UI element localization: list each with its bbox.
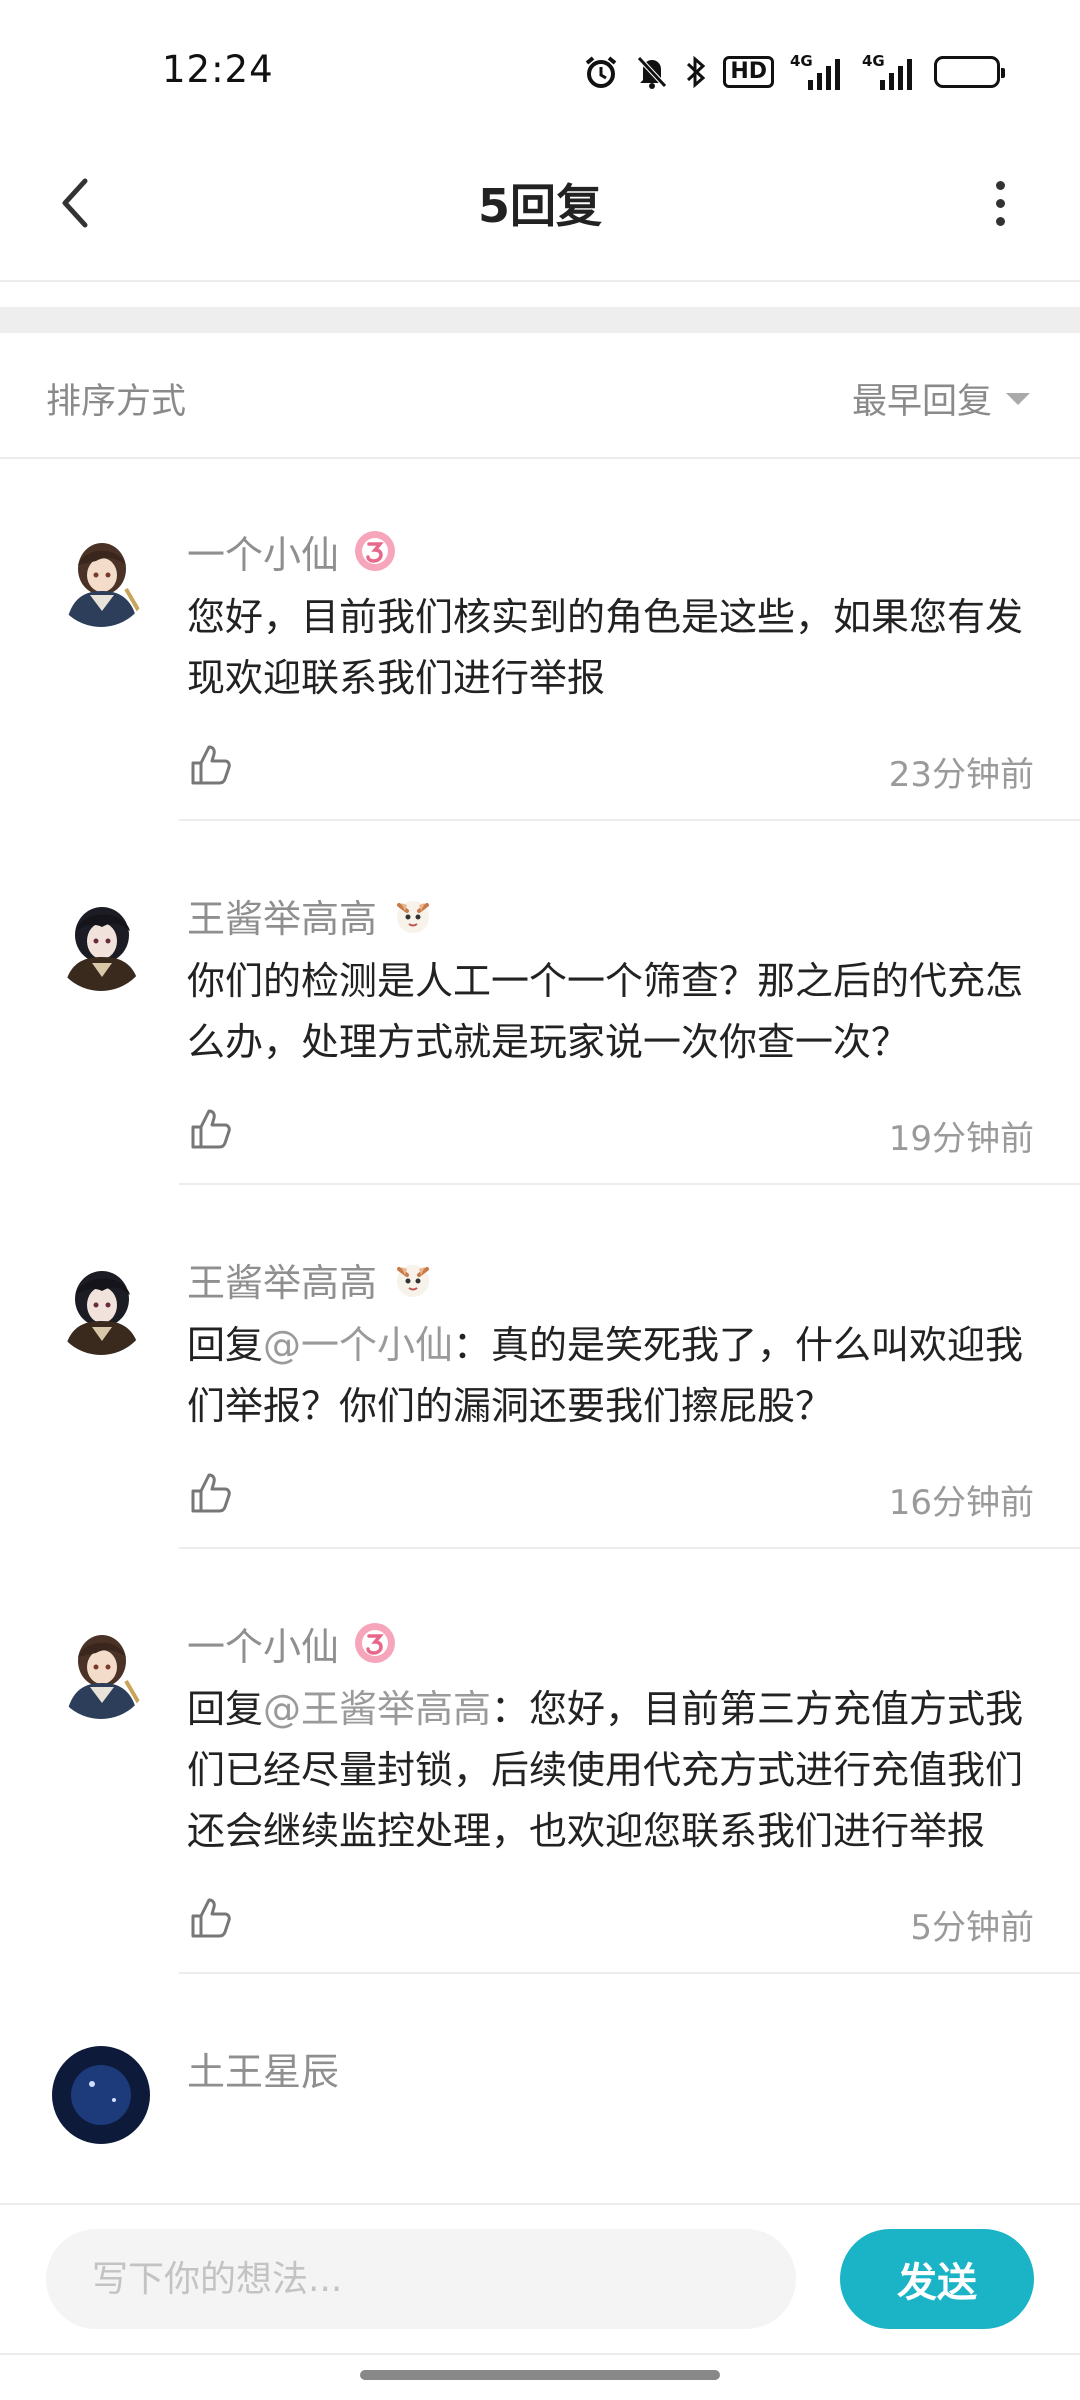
alarm-icon: [583, 54, 619, 90]
reply-header: 王酱举高高: [187, 885, 1034, 945]
reply-body: 王酱举高高 回复@一个小仙：真的是笑死我了，什么叫欢迎我们举报？你们的漏洞还要我…: [179, 1249, 1080, 1549]
reply-item: 王酱举高高 你们的检测是人工一个一个筛查？那之后的代充怎么办，处理方式就是玩家说…: [0, 821, 1080, 1185]
reply-time: 23分钟前: [888, 755, 1034, 795]
username[interactable]: 土王星辰: [187, 2041, 339, 2096]
reply-footer: 19分钟前: [179, 1073, 1080, 1185]
thumbs-up-icon[interactable]: [189, 1896, 233, 1940]
more-vertical-icon: [995, 180, 1005, 190]
sort-row: 排序方式 最早回复: [0, 333, 1080, 459]
official-badge-icon: [355, 1623, 396, 1663]
reply-body: 王酱举高高 你们的检测是人工一个一个筛查？那之后的代充怎么办，处理方式就是玩家说…: [179, 885, 1080, 1185]
username[interactable]: 一个小仙: [187, 1616, 339, 1671]
reply-body: 一个小仙 回复@王酱举高高：您好，目前第三方充值方式我们已经尽量封锁，后续使用代…: [179, 1613, 1080, 1974]
home-indicator[interactable]: [360, 2370, 720, 2380]
reply-footer: 23分钟前: [179, 709, 1080, 821]
thumbs-up-icon[interactable]: [189, 743, 233, 787]
reply-body: 土王星辰: [187, 2038, 1034, 2098]
battery-icon: [934, 54, 1005, 90]
signal-icon: 4G: [790, 52, 846, 90]
reply-text: 您好，目前我们核实到的角色是这些，如果您有发现欢迎联系我们进行举报: [187, 595, 1024, 700]
character-badge-icon: [397, 901, 430, 933]
reply-header: 王酱举高高: [187, 1249, 1034, 1309]
reply-header: 土王星辰: [187, 2038, 1034, 2098]
character-badge-icon: [397, 1265, 430, 1297]
thumbs-up-icon[interactable]: [189, 1107, 233, 1151]
more-options-button[interactable]: [970, 168, 1030, 238]
reply-list[interactable]: 一个小仙 您好，目前我们核实到的角色是这些，如果您有发现欢迎联系我们进行举报 2…: [0, 461, 1080, 2201]
hd-icon: HD: [723, 54, 774, 90]
sort-label: 排序方式: [46, 382, 187, 422]
reply-body: 一个小仙 您好，目前我们核实到的角色是这些，如果您有发现欢迎联系我们进行举报 2…: [179, 521, 1080, 821]
reply-item: 一个小仙 您好，目前我们核实到的角色是这些，如果您有发现欢迎联系我们进行举报 2…: [0, 461, 1080, 821]
bluetooth-icon: [685, 54, 707, 90]
reply-item: 土王星辰: [0, 1974, 1080, 2144]
reply-item: 一个小仙 回复@王酱举高高：您好，目前第三方充值方式我们已经尽量封锁，后续使用代…: [0, 1549, 1080, 1974]
app-header: 5回复: [0, 140, 1080, 282]
sort-selected-value: 最早回复: [851, 382, 992, 422]
reply-text: 回复@王酱举高高：您好，目前第三方充值方式我们已经尽量封锁，后续使用代充方式进行…: [187, 1687, 1024, 1853]
reply-time: 16分钟前: [888, 1483, 1034, 1523]
sort-dropdown[interactable]: 最早回复: [852, 373, 1030, 424]
reply-header: 一个小仙: [187, 521, 1034, 581]
username[interactable]: 一个小仙: [187, 524, 339, 579]
section-divider: [0, 307, 1080, 333]
status-time: 12:24: [162, 48, 274, 91]
reply-footer: 5分钟前: [179, 1862, 1080, 1974]
signal-icon: 4G: [862, 52, 918, 90]
status-icons: HD 4G 4G: [583, 52, 1005, 92]
reply-composer: 发送: [0, 2203, 1080, 2355]
avatar[interactable]: [52, 1257, 150, 1355]
username[interactable]: 王酱举高高: [187, 888, 377, 943]
reply-input[interactable]: [46, 2229, 796, 2329]
reply-text: 你们的检测是人工一个一个筛查？那之后的代充怎么办，处理方式就是玩家说一次你查一次…: [187, 959, 1024, 1064]
page-title: 5回复: [477, 179, 602, 233]
avatar[interactable]: [52, 2046, 150, 2144]
avatar[interactable]: [52, 893, 150, 991]
reply-text: 回复@一个小仙：真的是笑死我了，什么叫欢迎我们举报？你们的漏洞还要我们擦屁股？: [187, 1323, 1024, 1428]
caret-down-icon: [1006, 392, 1030, 405]
mute-bell-icon: [635, 54, 669, 90]
username[interactable]: 王酱举高高: [187, 1252, 377, 1307]
status-bar: 12:24 HD 4G 4G: [0, 0, 1080, 140]
thumbs-up-icon[interactable]: [189, 1471, 233, 1515]
reply-header: 一个小仙: [187, 1613, 1034, 1673]
mention-link[interactable]: @一个小仙: [263, 1323, 453, 1367]
reply-time: 5分钟前: [910, 1908, 1034, 1948]
send-button[interactable]: 发送: [840, 2229, 1034, 2329]
avatar[interactable]: [52, 529, 150, 627]
reply-time: 19分钟前: [888, 1119, 1034, 1159]
reply-item: 王酱举高高 回复@一个小仙：真的是笑死我了，什么叫欢迎我们举报？你们的漏洞还要我…: [0, 1185, 1080, 1549]
mention-link[interactable]: @王酱举高高: [263, 1687, 491, 1731]
reply-footer: 16分钟前: [179, 1437, 1080, 1549]
avatar[interactable]: [52, 1621, 150, 1719]
official-badge-icon: [355, 531, 396, 571]
